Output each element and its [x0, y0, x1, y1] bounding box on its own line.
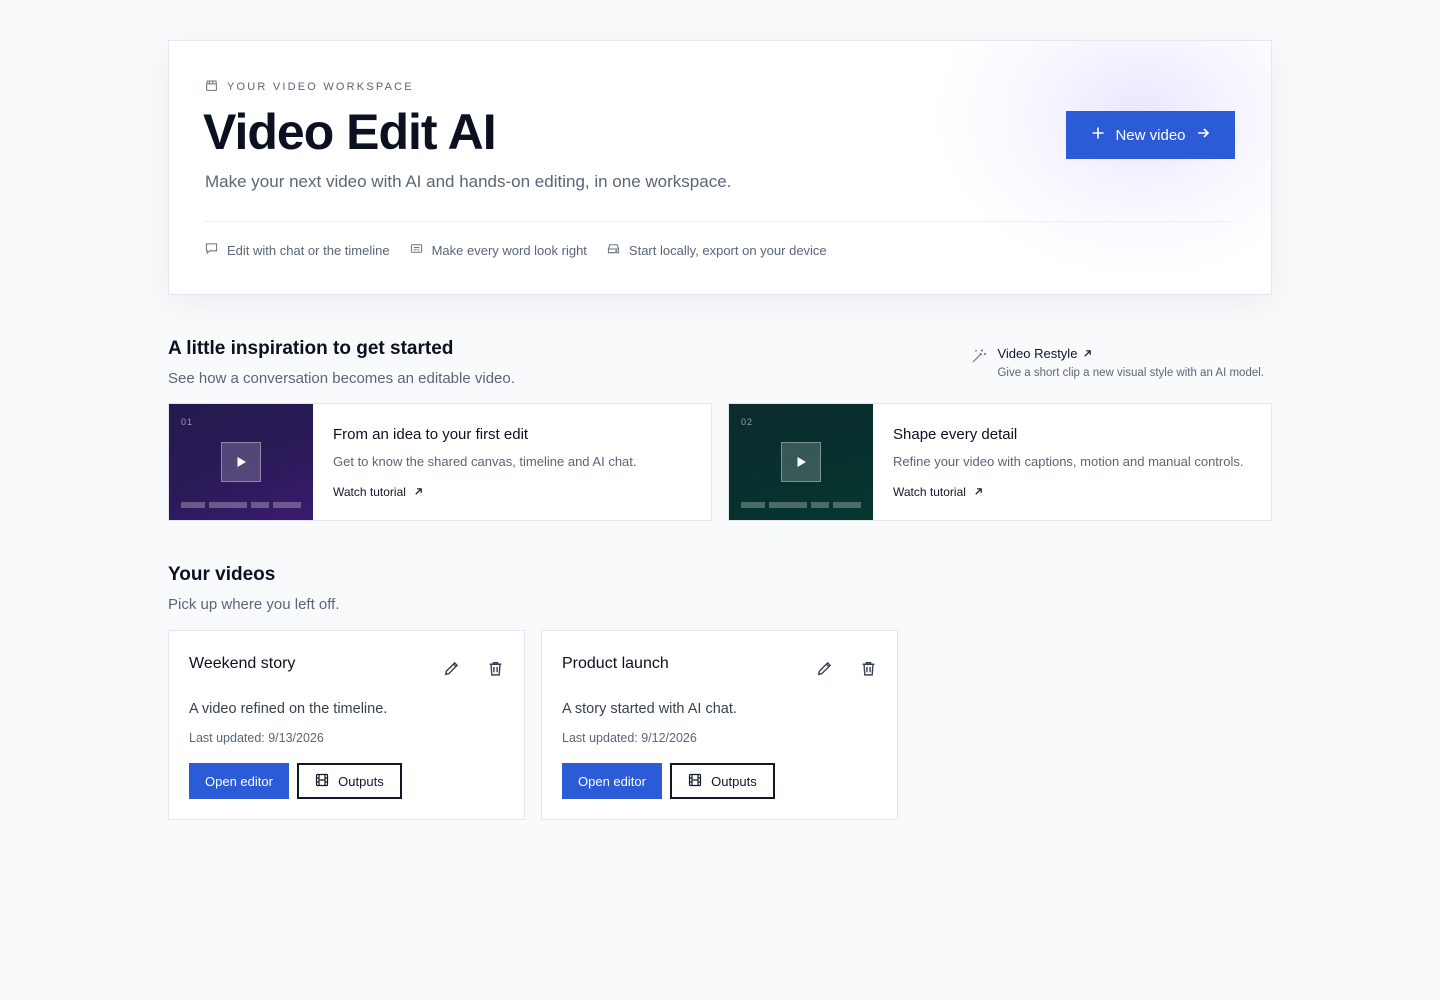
rename-button[interactable]	[815, 661, 833, 679]
restyle-description: Give a short clip a new visual style wit…	[997, 367, 1264, 379]
arrow-right-icon	[1196, 126, 1210, 144]
videos-subtitle: Pick up where you left off.	[168, 596, 340, 613]
feature-item: Start locally, export on your device	[607, 242, 827, 258]
tutorial-description: Refine your video with captions, motion …	[893, 454, 1244, 469]
play-icon[interactable]	[781, 442, 821, 482]
tutorial-list: 01 From an idea to your first edit Get t…	[168, 403, 1272, 521]
videos-title: Your videos	[168, 564, 276, 585]
outputs-label: Outputs	[711, 773, 757, 789]
drive-icon	[607, 242, 620, 258]
clapperboard-icon	[205, 79, 218, 95]
feature-label: Start locally, export on your device	[628, 242, 827, 258]
watch-tutorial-link[interactable]: Watch tutorial	[333, 485, 637, 499]
video-description: A video refined on the timeline.	[189, 701, 388, 717]
feature-label: Edit with chat or the timeline	[227, 242, 390, 258]
watch-tutorial-link[interactable]: Watch tutorial	[893, 485, 1243, 499]
video-card: Product launch A story started with AI c…	[541, 630, 898, 820]
pencil-icon	[443, 660, 460, 680]
play-icon[interactable]	[221, 442, 261, 482]
tutorial-card[interactable]: 02 Shape every detail Refine your video …	[728, 403, 1272, 521]
feature-list: Edit with chat or the timeline Make ever…	[205, 242, 827, 258]
tutorial-thumbnail[interactable]: 02	[729, 404, 873, 520]
feature-item: Make every word look right	[410, 242, 587, 258]
tutorial-body: From an idea to your first edit Get to k…	[313, 404, 657, 520]
feature-item: Edit with chat or the timeline	[205, 242, 390, 258]
external-link-icon	[414, 485, 423, 499]
watch-tutorial-label: Watch tutorial	[893, 485, 966, 499]
pencil-icon	[816, 660, 833, 680]
trash-icon	[487, 660, 504, 680]
external-link-icon	[974, 485, 983, 499]
video-title: Product launch	[562, 655, 669, 672]
chat-bubble-icon	[205, 242, 218, 258]
inspiration-section: A little inspiration to get started See …	[168, 338, 1272, 521]
video-buttons: Open editor Outputs	[189, 763, 402, 799]
tutorial-card[interactable]: 01 From an idea to your first edit Get t…	[168, 403, 712, 521]
video-title: Weekend story	[189, 655, 296, 672]
eyebrow-text: YOUR VIDEO WORKSPACE	[227, 81, 414, 93]
feature-label: Make every word look right	[431, 242, 587, 258]
restyle-title-row: Video Restyle	[997, 346, 1264, 361]
hero-glow	[931, 41, 1271, 281]
tutorial-thumbnail[interactable]: 01	[169, 404, 313, 520]
video-card: Weekend story A video refined on the tim…	[168, 630, 525, 820]
timeline-bars	[741, 502, 861, 508]
tutorial-title: Shape every detail	[893, 426, 1018, 443]
restyle-title: Video Restyle	[997, 346, 1078, 361]
plus-icon	[1091, 126, 1105, 144]
film-icon	[315, 773, 329, 790]
timeline-bars	[181, 502, 301, 508]
video-restyle-link[interactable]: Video Restyle Give a short clip a new vi…	[971, 346, 1264, 379]
delete-button[interactable]	[486, 661, 504, 679]
rename-button[interactable]	[442, 661, 460, 679]
video-actions	[442, 661, 504, 679]
videos-section: Your videos Pick up where you left off. …	[168, 564, 898, 820]
tutorial-number: 01	[181, 417, 194, 427]
video-last-updated: Last updated: 9/12/2026	[562, 731, 697, 745]
new-video-label: New video	[1115, 126, 1186, 144]
workspace-page: YOUR VIDEO WORKSPACE Video Edit AI Make …	[168, 40, 1272, 820]
workspace-eyebrow: YOUR VIDEO WORKSPACE	[205, 79, 414, 95]
outputs-label: Outputs	[338, 773, 384, 789]
watch-tutorial-label: Watch tutorial	[333, 485, 406, 499]
open-editor-button[interactable]: Open editor	[562, 763, 662, 799]
tutorial-number: 02	[741, 417, 754, 427]
delete-button[interactable]	[859, 661, 877, 679]
tutorial-body: Shape every detail Refine your video wit…	[873, 404, 1263, 520]
outputs-button[interactable]: Outputs	[296, 763, 402, 799]
outputs-button[interactable]: Outputs	[669, 763, 775, 799]
video-buttons: Open editor Outputs	[562, 763, 775, 799]
magic-wand-icon	[971, 346, 987, 379]
hero-panel: YOUR VIDEO WORKSPACE Video Edit AI Make …	[168, 40, 1272, 295]
film-icon	[688, 773, 702, 790]
external-link-icon	[1083, 346, 1092, 361]
tutorial-title: From an idea to your first edit	[333, 426, 529, 443]
video-description: A story started with AI chat.	[562, 701, 737, 717]
video-list: Weekend story A video refined on the tim…	[168, 630, 898, 820]
video-actions	[815, 661, 877, 679]
page-subtitle: Make your next video with AI and hands-o…	[205, 172, 732, 191]
tutorial-description: Get to know the shared canvas, timeline …	[333, 454, 637, 469]
trash-icon	[860, 660, 877, 680]
new-video-button[interactable]: New video	[1066, 111, 1235, 159]
open-editor-button[interactable]: Open editor	[189, 763, 289, 799]
caption-icon	[410, 242, 423, 258]
video-last-updated: Last updated: 9/13/2026	[189, 731, 324, 745]
hero-divider	[205, 221, 1235, 222]
page-title: Video Edit AI	[203, 104, 497, 160]
